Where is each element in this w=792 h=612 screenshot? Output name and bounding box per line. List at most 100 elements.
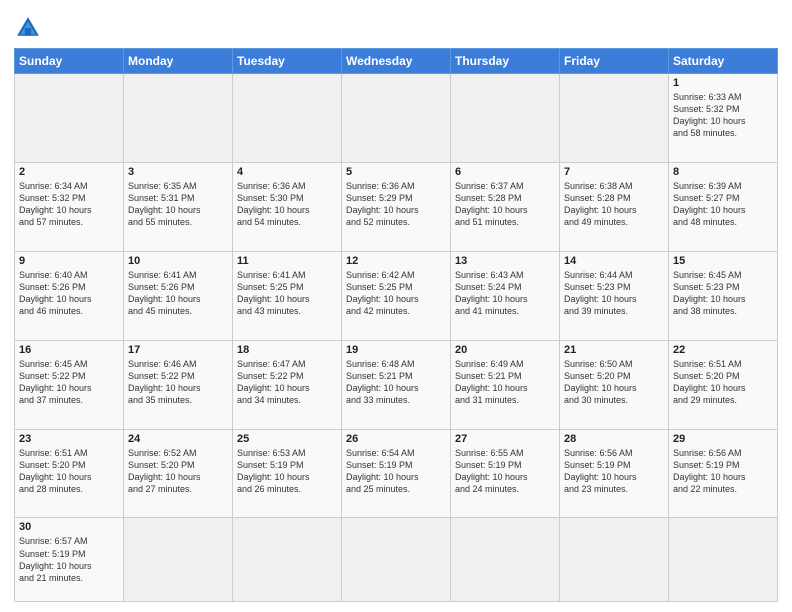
day-number: 22 — [673, 344, 773, 356]
calendar-cell: 26 Sunrise: 6:54 AM Sunset: 5:19 PM Dayli… — [342, 429, 451, 518]
weekday-header-saturday: Saturday — [669, 49, 778, 74]
day-number: 6 — [455, 166, 555, 178]
day-number: 10 — [128, 255, 228, 267]
calendar-week-5: 23Sunrise: 6:51 AM Sunset: 5:20 PM Dayli… — [15, 429, 778, 518]
day-number: 29 — [673, 433, 773, 445]
calendar-cell: 17Sunrise: 6:46 AM Sunset: 5:22 PM Dayli… — [124, 340, 233, 429]
day-info: Sunrise: 6:36 AM Sunset: 5:30 PM Dayligh… — [237, 180, 337, 229]
calendar-cell: 29Sunrise: 6:56 AM Sunset: 5:19 PM Dayli… — [669, 429, 778, 518]
day-info: Sunrise: 6:56 AM Sunset: 5:19 PM Dayligh… — [564, 447, 664, 496]
calendar-cell — [15, 74, 124, 163]
calendar-cell: 21 Sunrise: 6:50 AM Sunset: 5:20 PM Dayli… — [560, 340, 669, 429]
day-number: 13 — [455, 255, 555, 267]
calendar-cell — [233, 74, 342, 163]
day-number: 20 — [455, 344, 555, 356]
day-info: Sunrise: 6:48 AM Sunset: 5:21 PM Dayligh… — [346, 358, 446, 407]
calendar-week-2: 2 Sunrise: 6:34 AM Sunset: 5:32 PM Daylig… — [15, 162, 778, 251]
day-number: 1 — [673, 77, 773, 89]
day-info: Sunrise: 6:40 AM Sunset: 5:26 PM Dayligh… — [19, 269, 119, 318]
calendar-cell: 28Sunrise: 6:56 AM Sunset: 5:19 PM Dayli… — [560, 429, 669, 518]
calendar-cell: 23Sunrise: 6:51 AM Sunset: 5:20 PM Dayli… — [15, 429, 124, 518]
day-info: Sunrise: 6:34 AM Sunset: 5:32 PM Dayligh… — [19, 180, 119, 229]
calendar-cell: 3 Sunrise: 6:35 AM Sunset: 5:31 PM Daylig… — [124, 162, 233, 251]
day-info: Sunrise: 6:50 AM Sunset: 5:20 PM Dayligh… — [564, 358, 664, 407]
logo-icon — [14, 14, 42, 42]
day-number: 18 — [237, 344, 337, 356]
day-number: 21 — [564, 344, 664, 356]
calendar-cell — [560, 74, 669, 163]
day-number: 9 — [19, 255, 119, 267]
day-number: 19 — [346, 344, 446, 356]
calendar-week-4: 16 Sunrise: 6:45 AM Sunset: 5:22 PM Dayli… — [15, 340, 778, 429]
calendar-week-6: 30 Sunrise: 6:57 AM Sunset: 5:19 PM Dayli… — [15, 518, 778, 602]
day-number: 11 — [237, 255, 337, 267]
logo — [14, 14, 46, 42]
day-number: 2 — [19, 166, 119, 178]
day-number: 15 — [673, 255, 773, 267]
day-info: Sunrise: 6:41 AM Sunset: 5:26 PM Dayligh… — [128, 269, 228, 318]
day-info: Sunrise: 6:57 AM Sunset: 5:19 PM Dayligh… — [19, 535, 119, 584]
calendar-cell: 30 Sunrise: 6:57 AM Sunset: 5:19 PM Dayli… — [15, 518, 124, 602]
day-info: Sunrise: 6:47 AM Sunset: 5:22 PM Dayligh… — [237, 358, 337, 407]
day-number: 7 — [564, 166, 664, 178]
calendar-cell: 6 Sunrise: 6:37 AM Sunset: 5:28 PM Daylig… — [451, 162, 560, 251]
day-info: Sunrise: 6:52 AM Sunset: 5:20 PM Dayligh… — [128, 447, 228, 496]
weekday-header-friday: Friday — [560, 49, 669, 74]
calendar-cell: 7 Sunrise: 6:38 AM Sunset: 5:28 PM Daylig… — [560, 162, 669, 251]
calendar-cell: 18 Sunrise: 6:47 AM Sunset: 5:22 PM Dayli… — [233, 340, 342, 429]
day-info: Sunrise: 6:49 AM Sunset: 5:21 PM Dayligh… — [455, 358, 555, 407]
calendar-cell: 22 Sunrise: 6:51 AM Sunset: 5:20 PM Dayli… — [669, 340, 778, 429]
day-info: Sunrise: 6:55 AM Sunset: 5:19 PM Dayligh… — [455, 447, 555, 496]
calendar-cell — [342, 518, 451, 602]
day-info: Sunrise: 6:36 AM Sunset: 5:29 PM Dayligh… — [346, 180, 446, 229]
calendar-week-1: 1 Sunrise: 6:33 AM Sunset: 5:32 PM Daylig… — [15, 74, 778, 163]
page: SundayMondayTuesdayWednesdayThursdayFrid… — [0, 0, 792, 612]
day-info: Sunrise: 6:45 AM Sunset: 5:23 PM Dayligh… — [673, 269, 773, 318]
calendar-cell: 24Sunrise: 6:52 AM Sunset: 5:20 PM Dayli… — [124, 429, 233, 518]
calendar-cell: 20 Sunrise: 6:49 AM Sunset: 5:21 PM Dayli… — [451, 340, 560, 429]
day-info: Sunrise: 6:51 AM Sunset: 5:20 PM Dayligh… — [673, 358, 773, 407]
calendar-cell: 11 Sunrise: 6:41 AM Sunset: 5:25 PM Dayli… — [233, 251, 342, 340]
calendar-cell — [342, 74, 451, 163]
calendar-cell: 10 Sunrise: 6:41 AM Sunset: 5:26 PM Dayli… — [124, 251, 233, 340]
day-info: Sunrise: 6:39 AM Sunset: 5:27 PM Dayligh… — [673, 180, 773, 229]
day-number: 14 — [564, 255, 664, 267]
day-info: Sunrise: 6:42 AM Sunset: 5:25 PM Dayligh… — [346, 269, 446, 318]
weekday-header-sunday: Sunday — [15, 49, 124, 74]
calendar-cell: 19 Sunrise: 6:48 AM Sunset: 5:21 PM Dayli… — [342, 340, 451, 429]
calendar-week-3: 9 Sunrise: 6:40 AM Sunset: 5:26 PM Daylig… — [15, 251, 778, 340]
day-number: 5 — [346, 166, 446, 178]
day-info: Sunrise: 6:44 AM Sunset: 5:23 PM Dayligh… — [564, 269, 664, 318]
day-info: Sunrise: 6:38 AM Sunset: 5:28 PM Dayligh… — [564, 180, 664, 229]
day-number: 16 — [19, 344, 119, 356]
day-number: 3 — [128, 166, 228, 178]
weekday-header-monday: Monday — [124, 49, 233, 74]
calendar-cell: 2 Sunrise: 6:34 AM Sunset: 5:32 PM Daylig… — [15, 162, 124, 251]
day-number: 26 — [346, 433, 446, 445]
calendar-cell: 9 Sunrise: 6:40 AM Sunset: 5:26 PM Daylig… — [15, 251, 124, 340]
day-number: 8 — [673, 166, 773, 178]
calendar-cell — [233, 518, 342, 602]
weekday-header-row: SundayMondayTuesdayWednesdayThursdayFrid… — [15, 49, 778, 74]
weekday-header-tuesday: Tuesday — [233, 49, 342, 74]
day-info: Sunrise: 6:37 AM Sunset: 5:28 PM Dayligh… — [455, 180, 555, 229]
calendar-cell: 13Sunrise: 6:43 AM Sunset: 5:24 PM Dayli… — [451, 251, 560, 340]
calendar-cell: 15 Sunrise: 6:45 AM Sunset: 5:23 PM Dayli… — [669, 251, 778, 340]
day-number: 17 — [128, 344, 228, 356]
day-info: Sunrise: 6:35 AM Sunset: 5:31 PM Dayligh… — [128, 180, 228, 229]
calendar-cell — [124, 74, 233, 163]
calendar-cell: 14 Sunrise: 6:44 AM Sunset: 5:23 PM Dayli… — [560, 251, 669, 340]
day-info: Sunrise: 6:45 AM Sunset: 5:22 PM Dayligh… — [19, 358, 119, 407]
calendar-cell — [451, 518, 560, 602]
day-info: Sunrise: 6:33 AM Sunset: 5:32 PM Dayligh… — [673, 91, 773, 140]
day-number: 30 — [19, 521, 119, 533]
calendar-cell: 1 Sunrise: 6:33 AM Sunset: 5:32 PM Daylig… — [669, 74, 778, 163]
day-info: Sunrise: 6:41 AM Sunset: 5:25 PM Dayligh… — [237, 269, 337, 318]
day-number: 12 — [346, 255, 446, 267]
weekday-header-thursday: Thursday — [451, 49, 560, 74]
calendar-cell: 8 Sunrise: 6:39 AM Sunset: 5:27 PM Daylig… — [669, 162, 778, 251]
day-info: Sunrise: 6:54 AM Sunset: 5:19 PM Dayligh… — [346, 447, 446, 496]
calendar-cell: 25Sunrise: 6:53 AM Sunset: 5:19 PM Dayli… — [233, 429, 342, 518]
calendar-cell — [451, 74, 560, 163]
calendar-cell — [560, 518, 669, 602]
